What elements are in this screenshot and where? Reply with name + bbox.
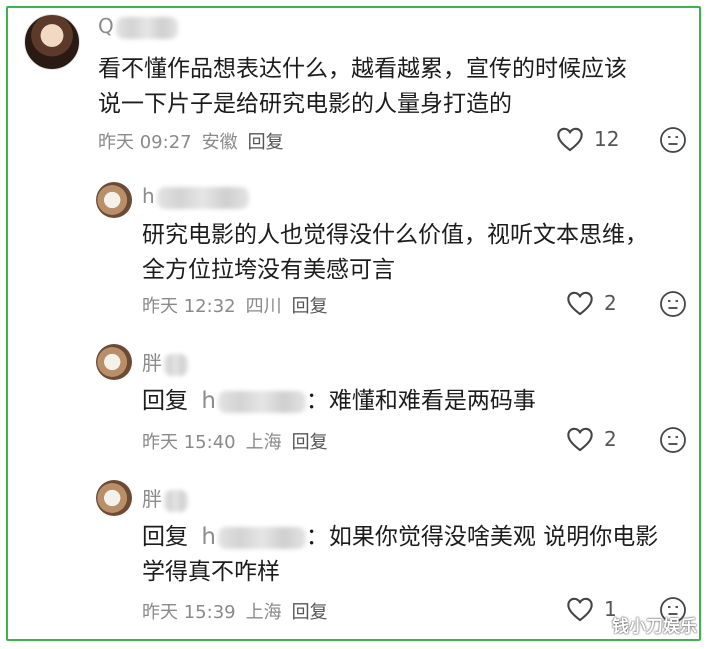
username[interactable]: h	[142, 184, 249, 209]
reply-button[interactable]: 回复	[292, 296, 328, 317]
emoji-face-icon[interactable]	[659, 290, 687, 318]
like-count: 12	[594, 127, 620, 151]
comment-time: 昨天 09:27	[98, 132, 192, 153]
emoji-face-icon[interactable]	[659, 126, 687, 154]
heart-outline-icon	[567, 291, 593, 316]
emoji-face-icon[interactable]	[659, 426, 687, 454]
like-button[interactable]: 2	[566, 290, 617, 316]
like-count: 2	[604, 427, 617, 451]
username[interactable]: Q	[98, 14, 178, 39]
like-button[interactable]: 12	[556, 126, 619, 152]
heart-outline-icon	[557, 127, 583, 152]
like-count: 2	[604, 291, 617, 315]
comment-time: 昨天 12:32	[142, 296, 236, 317]
comment-time: 昨天 15:39	[142, 602, 236, 623]
avatar[interactable]	[96, 344, 132, 380]
comment-text: 看不懂作品想表达什么，越看越累，宣传的时候应该 说一下片子是给研究电影的人量身打…	[98, 56, 627, 117]
reply-target[interactable]: h	[201, 524, 306, 550]
avatar[interactable]	[96, 480, 132, 516]
watermark: 钱小刀娱乐	[612, 617, 697, 637]
heart-outline-icon	[567, 427, 593, 452]
comment-time: 昨天 15:40	[142, 432, 236, 453]
reply-button[interactable]: 回复	[292, 432, 328, 453]
comment-meta: 昨天 15:39 上海 回复	[142, 598, 338, 624]
reply-button[interactable]: 回复	[292, 602, 328, 623]
comment-text: 研究电影的人也觉得没什么价值，视听文本思维， 全方位拉垮没有美感可言	[142, 222, 648, 283]
heart-outline-icon	[567, 597, 593, 622]
reply-prefix: 回复	[142, 388, 188, 414]
comment-location: 上海	[245, 602, 282, 623]
reply-button[interactable]: 回复	[248, 132, 284, 153]
comment-meta: 昨天 09:27 安徽 回复	[98, 128, 294, 154]
comment-location: 四川	[245, 296, 282, 317]
like-button[interactable]: 1	[566, 596, 617, 622]
avatar[interactable]	[96, 182, 132, 218]
reply-prefix: 回复	[142, 524, 188, 550]
avatar[interactable]	[24, 14, 80, 70]
comment-meta: 昨天 12:32 四川 回复	[142, 292, 338, 318]
comment-meta: 昨天 15:40 上海 回复	[142, 428, 338, 454]
comment-text: 回复 h ：如果你觉得没啥美观 说明你电影 学得真不咋样	[142, 524, 659, 585]
comment-location: 安徽	[201, 132, 238, 153]
like-button[interactable]: 2	[566, 426, 617, 452]
comment-panel: Q 看不懂作品想表达什么，越看越累，宣传的时候应该 说一下片子是给研究电影的人量…	[6, 6, 701, 641]
comment-location: 上海	[245, 432, 282, 453]
username[interactable]: 胖	[142, 347, 188, 376]
username[interactable]: 胖	[142, 483, 188, 512]
comment-text: 回复 h ：难懂和难看是两码事	[142, 388, 536, 414]
reply-target[interactable]: h	[201, 388, 306, 414]
